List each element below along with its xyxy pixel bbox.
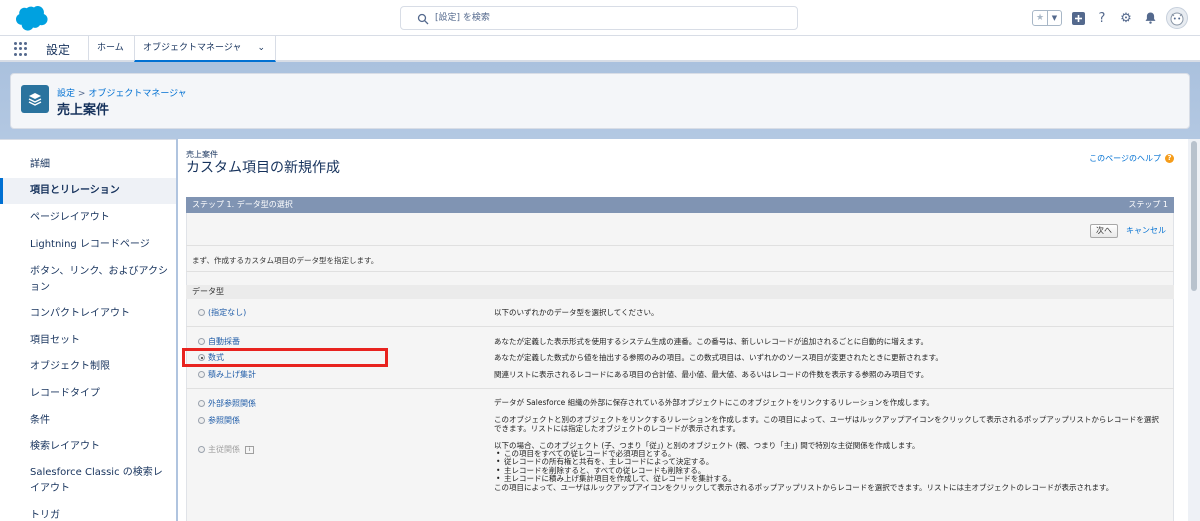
help-link-label: このページのヘルプ: [1089, 154, 1161, 163]
tab-object-manager[interactable]: オブジェクトマネージャ ⌄: [134, 36, 276, 62]
sidebar-item-buttons-links-actions[interactable]: ボタン、リンク、およびアクション: [0, 264, 170, 296]
divider: [186, 245, 1174, 246]
sidebar-item-page-layouts[interactable]: ページレイアウト: [0, 210, 176, 226]
divider: [186, 326, 1174, 327]
help-icon[interactable]: ?: [1094, 10, 1110, 26]
datatype-option-external-lookup[interactable]: 外部参照関係: [198, 398, 256, 409]
favorites-group: ★ ▼: [1032, 10, 1062, 26]
star-icon[interactable]: ★: [1033, 11, 1047, 25]
datatype-option-auto-number[interactable]: 自動採番: [198, 336, 240, 347]
tab-home[interactable]: ホーム: [88, 36, 132, 60]
cancel-link[interactable]: キャンセル: [1126, 225, 1166, 236]
object-layers-icon: [21, 85, 49, 113]
intro-text: まず、作成するカスタム項目のデータ型を指定します。: [192, 256, 379, 265]
sidebar-item-classic-search-layouts[interactable]: Salesforce Classic の検索レイアウト: [0, 465, 170, 497]
step-number: ステップ 1: [1128, 200, 1168, 209]
info-icon[interactable]: i: [245, 445, 254, 454]
step-title: ステップ 1. データ型の選択: [192, 200, 293, 209]
breadcrumb-separator: >: [77, 89, 86, 99]
radio-button[interactable]: [198, 417, 205, 424]
sidebar-item-triggers[interactable]: トリガ: [0, 508, 176, 521]
main-content: 売上案件 カスタム項目の新規作成 このページのヘルプ ? ステップ 1. データ…: [178, 139, 1188, 521]
radio-button-disabled: [198, 446, 205, 453]
option-description: あなたが定義した数式から値を抽出する参照のみの項目。この数式項目は、いずれかのソ…: [494, 353, 943, 362]
help-circle-icon: ?: [1165, 154, 1174, 163]
sidebar-item-object-limits[interactable]: オブジェクト制限: [0, 359, 176, 375]
datatype-option-roll-up-summary[interactable]: 積み上げ集計: [198, 369, 256, 380]
option-label: 主従関係: [208, 445, 240, 454]
master-detail-footer: この項目によって、ユーザはルックアップアイコンをクリックして表示されるポップアッ…: [494, 482, 1114, 492]
option-description: このオブジェクトと別のオブジェクトをリンクするリレーションを作成します。この項目…: [494, 415, 1159, 433]
divider: [186, 271, 1174, 272]
favorites-dropdown-icon[interactable]: ▼: [1047, 11, 1061, 25]
scrollbar-thumb[interactable]: [1191, 141, 1197, 291]
page-title: 売上案件: [57, 103, 110, 118]
breadcrumb-setup-link[interactable]: 設定: [57, 89, 75, 99]
user-avatar[interactable]: [1166, 7, 1188, 29]
header-icons: ★ ▼ ? ⚙: [1032, 7, 1188, 29]
option-description: あなたが定義した表示形式を使用するシステム生成の連番。この番号は、新しいレコード…: [494, 337, 929, 346]
sidebar-item-conditions[interactable]: 条件: [0, 413, 176, 429]
step-header: ステップ 1. データ型の選択 ステップ 1: [186, 197, 1174, 213]
notification-bell-icon[interactable]: [1142, 10, 1158, 26]
sidebar-item-fields-relationships[interactable]: 項目とリレーション: [0, 178, 176, 204]
datatype-option-none[interactable]: (指定なし): [198, 307, 246, 318]
option-description: 関連リストに表示されるレコードにある項目の合計値、最小値、最大値、あるいはレコー…: [494, 370, 929, 379]
option-label: 参照関係: [208, 416, 240, 425]
search-input[interactable]: [435, 10, 775, 26]
option-label: 積み上げ集計: [208, 370, 256, 379]
sidebar-item-field-sets[interactable]: 項目セット: [0, 333, 176, 349]
sidebar-item-record-types[interactable]: レコードタイプ: [0, 386, 176, 402]
breadcrumb-object-manager-link[interactable]: オブジェクトマネージャ: [88, 89, 186, 99]
gear-icon[interactable]: ⚙: [1118, 10, 1134, 26]
chevron-down-icon[interactable]: ⌄: [257, 36, 265, 60]
divider: [186, 388, 1174, 389]
sidebar-item-compact-layouts[interactable]: コンパクトレイアウト: [0, 306, 176, 322]
page-header: 設定 > オブジェクトマネージャ 売上案件: [10, 73, 1190, 129]
radio-button[interactable]: [198, 400, 205, 407]
data-type-section-header: データ型: [186, 285, 1174, 299]
content-title: カスタム項目の新規作成: [186, 160, 340, 176]
option-label: 外部参照関係: [208, 399, 256, 408]
radio-button[interactable]: [198, 338, 205, 345]
next-button[interactable]: 次へ: [1090, 224, 1118, 238]
option-description: 以下のいずれかのデータ型を選択してください。: [494, 308, 659, 317]
radio-button[interactable]: [198, 371, 205, 378]
datatype-option-master-detail: 主従関係 i: [198, 444, 254, 455]
global-create-icon[interactable]: [1070, 10, 1086, 26]
datatype-option-lookup[interactable]: 参照関係: [198, 415, 240, 426]
option-label: 自動採番: [208, 337, 240, 346]
object-sidebar: 詳細 項目とリレーション ページレイアウト Lightning レコードページ …: [0, 139, 176, 521]
option-label: (指定なし): [208, 308, 247, 317]
help-for-this-page-link[interactable]: このページのヘルプ ?: [1089, 153, 1174, 164]
search-icon: [417, 13, 429, 25]
tab-object-manager-label: オブジェクトマネージャ: [143, 43, 242, 53]
sidebar-item-details[interactable]: 詳細: [0, 157, 176, 173]
highlight-annotation-box: [182, 348, 388, 367]
breadcrumb: 設定 > オブジェクトマネージャ: [57, 86, 187, 99]
salesforce-logo-icon[interactable]: [10, 4, 50, 32]
master-detail-bullets: この項目をすべての従レコードで必須項目とする。 従レコードの所有権と共有を、主レ…: [494, 449, 1164, 492]
app-navigation: 設定 ホーム オブジェクトマネージャ ⌄: [0, 36, 1200, 62]
option-description: データが Salesforce 組織の外部に保存されている外部オブジェクトにこの…: [494, 398, 934, 407]
sidebar-item-lightning-record-pages[interactable]: Lightning レコードページ: [0, 237, 176, 253]
global-header: ★ ▼ ? ⚙: [0, 0, 1200, 36]
scrollbar[interactable]: [1188, 139, 1200, 521]
app-name: 設定: [46, 43, 71, 57]
search-box[interactable]: [400, 6, 798, 30]
app-launcher-icon[interactable]: [14, 42, 28, 56]
sidebar-item-search-layouts[interactable]: 検索レイアウト: [0, 439, 176, 455]
radio-button[interactable]: [198, 309, 205, 316]
